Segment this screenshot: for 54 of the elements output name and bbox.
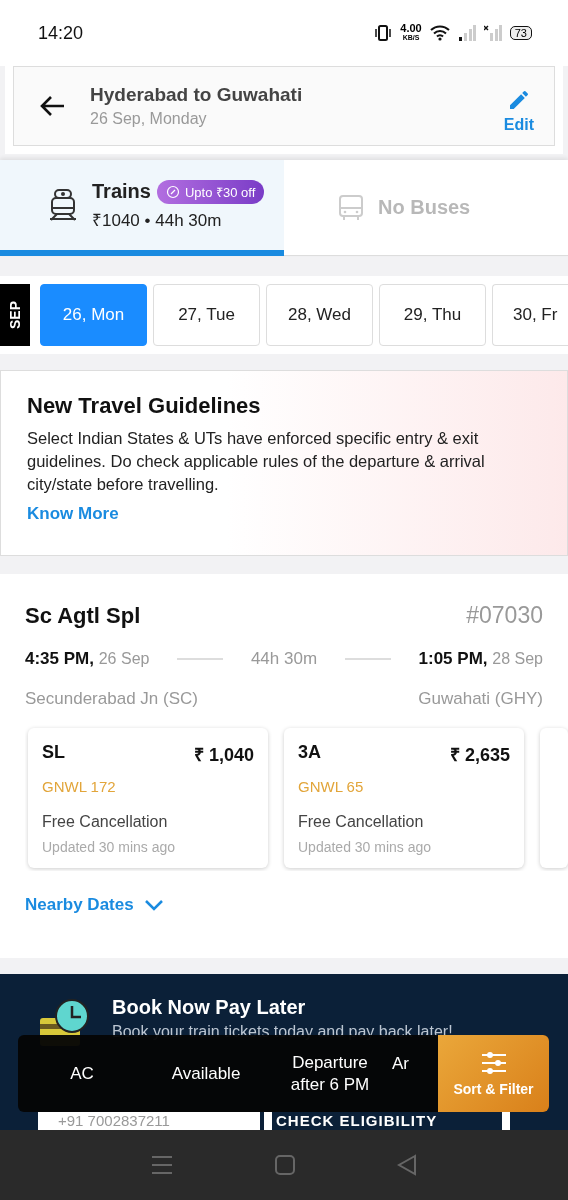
- signal-icon: [457, 25, 476, 41]
- vibrate-icon: [374, 24, 393, 42]
- cancellation-note: Free Cancellation: [298, 813, 425, 831]
- origin-station: Secunderabad Jn (SC): [25, 689, 198, 709]
- availability-status: GNWL 172: [42, 778, 117, 795]
- home-icon[interactable]: [275, 1155, 295, 1175]
- availability-status: GNWL 65: [298, 778, 365, 795]
- filter-chip[interactable]: Available: [146, 1062, 266, 1085]
- guidelines-title: New Travel Guidelines: [27, 393, 262, 419]
- date-chip[interactable]: 30, Fr: [492, 284, 568, 346]
- clock: 14:20: [38, 22, 84, 44]
- filter-chip[interactable]: Ar: [392, 1053, 432, 1075]
- train-number: #07030: [466, 602, 543, 629]
- train-name: Sc Agtl Spl: [25, 602, 141, 629]
- know-more-link[interactable]: Know More: [27, 504, 541, 524]
- fare: ₹ 2,635: [449, 744, 510, 766]
- update-time: Updated 30 mins ago: [298, 839, 433, 855]
- cancellation-note: Free Cancellation: [42, 813, 169, 831]
- chevron-down-icon: [143, 899, 164, 911]
- route-title: Hyderabad to Guwahati: [90, 84, 304, 106]
- discount-icon: [165, 184, 180, 199]
- departure-time: 4:35 PM, 26 Sep: [25, 649, 150, 669]
- bus-icon: [338, 193, 364, 222]
- class-fare-card[interactable]: 3A ₹ 2,635 GNWL 65 Free Cancellation Updated 30 mins ago: [284, 728, 524, 868]
- journey-duration: 44h 30m: [250, 649, 318, 669]
- filter-chip[interactable]: AC: [18, 1062, 146, 1085]
- update-time: Updated 30 mins ago: [42, 839, 177, 855]
- date-chip[interactable]: 27, Tue: [153, 284, 260, 346]
- filter-chip[interactable]: Departure after 6 PM: [282, 1051, 378, 1096]
- class-code: 3A: [298, 742, 321, 764]
- no-signal-icon: [483, 25, 502, 41]
- nearby-dates-button[interactable]: Nearby Dates: [25, 895, 164, 915]
- travel-date: 26 Sep, Monday: [90, 110, 208, 128]
- fare: ₹ 1,040: [193, 744, 254, 766]
- class-code: SL: [42, 742, 65, 764]
- guidelines-text: Select Indian States & UTs have enforced specific entry & exit guidelines. Do check applicable rules of the departure & arrival city/state before travelling.: [27, 428, 486, 495]
- menu-icon[interactable]: [151, 1155, 173, 1175]
- class-fare-card[interactable]: SL ₹ 1,040 GNWL 172 Free Cancellation Updated 30 mins ago: [28, 728, 268, 868]
- check-eligibility-button[interactable]: CHECK ELIGIBILITY: [264, 1112, 510, 1130]
- promo-title: Book Now Pay Later: [112, 996, 307, 1019]
- fare-duration: ₹1040 • 44h 30m: [92, 209, 222, 231]
- train-icon: [48, 188, 78, 222]
- back-icon[interactable]: [397, 1154, 417, 1176]
- back-arrow-icon[interactable]: [38, 94, 66, 118]
- battery-indicator: 73: [509, 26, 532, 40]
- date-chip[interactable]: 29, Thu: [379, 284, 486, 346]
- offer-text: Upto ₹30 off: [184, 183, 256, 201]
- date-chip[interactable]: 28, Wed: [266, 284, 373, 346]
- sliders-icon: [479, 1050, 508, 1075]
- destination-station: Guwahati (GHY): [418, 689, 543, 709]
- month-label: SEP: [0, 284, 30, 346]
- travel-mode-tab[interactable]: Trains Upto ₹30 off ₹1040 • 44h 30m: [0, 160, 284, 256]
- arrival-time: 1:05 PM, 28 Sep: [418, 649, 543, 669]
- wifi-icon: [429, 25, 450, 41]
